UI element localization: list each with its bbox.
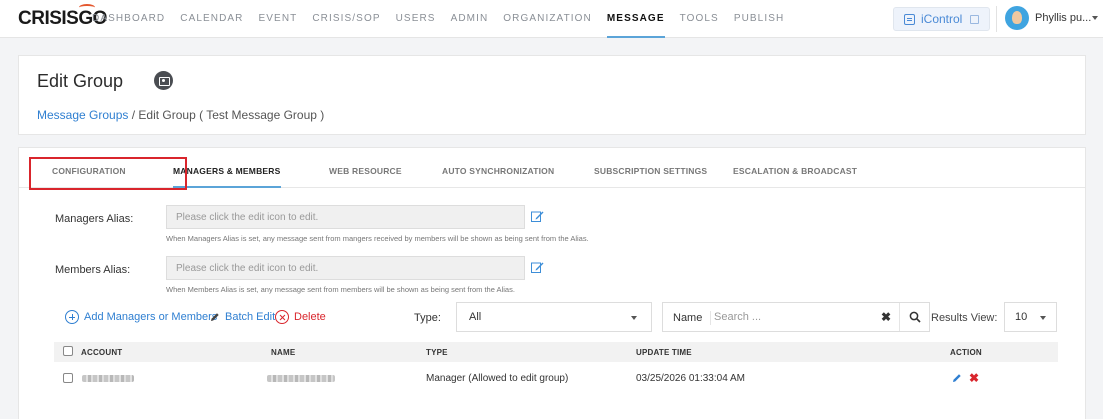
select-all-checkbox[interactable]	[63, 346, 73, 356]
column-header-type[interactable]: TYPE	[426, 348, 448, 357]
nav-item-admin[interactable]: ADMIN	[451, 13, 489, 38]
batch-edit-label: Batch Edit	[225, 311, 276, 323]
column-header-update-time[interactable]: UPDATE TIME	[636, 348, 692, 357]
column-header-name[interactable]: NAME	[271, 348, 295, 357]
nav-item-crisis-sop[interactable]: CRISIS/SOP	[312, 13, 380, 38]
breadcrumb: Message Groups / Edit Group ( Test Messa…	[37, 108, 324, 122]
user-menu-chevron-down-icon[interactable]	[1092, 16, 1098, 20]
tab-escalation-broadcast[interactable]: ESCALATION & BROADCAST	[733, 166, 857, 188]
tab-auto-synchronization[interactable]: AUTO SYNCHRONIZATION	[442, 166, 554, 188]
tab-subscription-settings[interactable]: SUBSCRIPTION SETTINGS	[594, 166, 707, 188]
pencil-icon	[211, 313, 219, 321]
row-checkbox[interactable]	[63, 373, 73, 383]
name-search-label: Name	[673, 311, 712, 325]
camera-icon[interactable]	[154, 71, 173, 90]
tab-managers-members[interactable]: MANAGERS & MEMBERS	[173, 166, 281, 188]
page-header-card: Edit Group Message Groups / Edit Group (…	[18, 55, 1086, 135]
breadcrumb-link-message-groups[interactable]: Message Groups	[37, 108, 128, 122]
members-alias-label: Members Alias:	[55, 264, 131, 276]
results-view-label: Results View:	[931, 312, 998, 324]
delete-button[interactable]: Delete	[275, 310, 326, 324]
type-filter-label: Type:	[414, 312, 441, 324]
delete-circle-icon	[275, 310, 289, 324]
nav-item-users[interactable]: USERS	[396, 13, 436, 38]
redacted-name	[267, 375, 335, 382]
nav-item-organization[interactable]: ORGANIZATION	[503, 13, 592, 38]
table-header: ACCOUNT NAME TYPE UPDATE TIME ACTION	[54, 342, 1058, 362]
redacted-account	[82, 375, 134, 382]
add-managers-members-button[interactable]: Add Managers or Members	[65, 310, 217, 324]
managers-alias-field[interactable]: Please click the edit icon to edit.	[166, 205, 525, 229]
column-header-account[interactable]: ACCOUNT	[81, 348, 122, 357]
batch-edit-button[interactable]: Batch Edit	[210, 311, 275, 323]
nav-item-dashboard[interactable]: DASHBOARD	[92, 13, 165, 38]
user-name[interactable]: Phyllis pu...	[1035, 12, 1091, 24]
top-nav: CRISISGO DASHBOARD CALENDAR EVENT CRISIS…	[0, 0, 1103, 38]
add-circle-icon	[65, 310, 79, 324]
delete-label: Delete	[294, 311, 326, 323]
row-update-time: 03/25/2026 01:33:04 AM	[636, 373, 745, 384]
row-delete-icon[interactable]: ✖	[969, 371, 979, 385]
results-view-value: 10	[1015, 311, 1028, 323]
logo-text-crisis: CRISIS	[18, 8, 79, 29]
managers-alias-hint: When Managers Alias is set, any message …	[166, 234, 589, 243]
type-filter-value: All	[469, 311, 482, 323]
members-alias-field[interactable]: Please click the edit icon to edit.	[166, 256, 525, 280]
column-header-action: ACTION	[950, 348, 982, 357]
highlight-box	[29, 157, 187, 190]
nav-item-event[interactable]: EVENT	[259, 13, 298, 38]
managers-alias-edit-icon[interactable]	[531, 210, 544, 222]
results-view-select[interactable]: 10	[1004, 302, 1057, 332]
members-alias-edit-icon[interactable]	[531, 261, 544, 273]
tab-web-resource[interactable]: WEB RESOURCE	[329, 166, 402, 188]
icontrol-label: iControl	[921, 12, 963, 26]
icontrol-button[interactable]: iControl	[893, 7, 990, 31]
external-link-icon	[970, 14, 980, 24]
row-type: Manager (Allowed to edit group)	[426, 373, 569, 384]
row-edit-pencil-icon[interactable]	[952, 373, 962, 383]
nav-item-message[interactable]: MESSAGE	[606, 13, 665, 38]
clear-search-icon[interactable]: ✖	[881, 310, 891, 324]
avatar[interactable]	[1005, 6, 1029, 30]
breadcrumb-current: / Edit Group ( Test Message Group )	[128, 108, 325, 122]
nav-item-calendar[interactable]: CALENDAR	[180, 13, 243, 38]
nav-item-tools[interactable]: TOOLS	[680, 13, 719, 38]
type-filter-select[interactable]: All	[456, 302, 652, 332]
search-divider	[899, 303, 900, 331]
members-alias-hint: When Members Alias is set, any message s…	[166, 285, 515, 294]
nav-menu: DASHBOARD CALENDAR EVENT CRISIS/SOP USER…	[92, 13, 799, 38]
type-chevron-down-icon	[631, 316, 637, 320]
search-icon[interactable]	[909, 311, 921, 323]
nav-item-publish[interactable]: PUBLISH	[734, 13, 785, 38]
results-chevron-down-icon	[1040, 316, 1046, 320]
page-title: Edit Group	[37, 71, 124, 91]
managers-alias-label: Managers Alias:	[55, 213, 134, 225]
icontrol-icon	[904, 13, 915, 25]
name-search-group: Name Search ... ✖	[662, 302, 930, 332]
nav-divider	[996, 6, 997, 32]
add-managers-members-label: Add Managers or Members	[84, 311, 218, 323]
search-input[interactable]: Search ...	[714, 311, 761, 323]
